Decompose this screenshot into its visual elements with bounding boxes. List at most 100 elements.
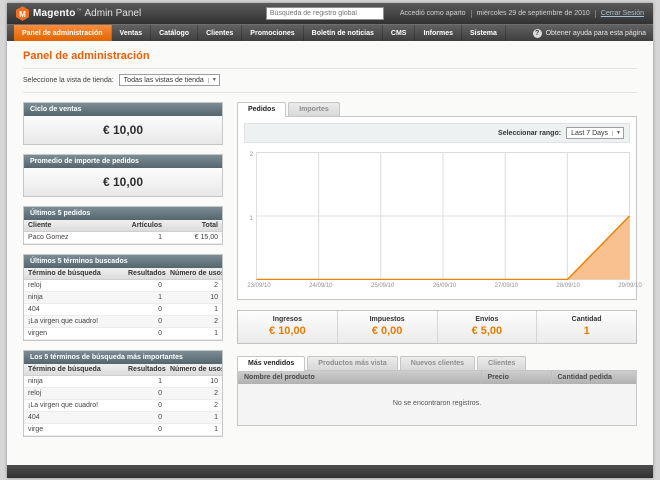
table-cell: ¡La virgen que cuadro! bbox=[24, 399, 124, 412]
table-cell: reloj bbox=[24, 387, 124, 400]
stat-cantidad: Cantidad 1 bbox=[536, 311, 636, 343]
range-value: Last 7 Days bbox=[571, 129, 609, 137]
table-row: reloj 0 2 bbox=[24, 279, 222, 292]
table-cell: reloj bbox=[24, 279, 124, 292]
stats-bar: Ingresos € 10,00 Impuestos € 0,00 Envíos… bbox=[237, 310, 637, 344]
logout-link[interactable]: Cerrar Sesión bbox=[601, 10, 644, 17]
lifetime-sales-value: € 10,00 bbox=[24, 116, 222, 144]
nav-item-panel-administracion[interactable]: Panel de administración bbox=[14, 25, 112, 41]
column-header: Artículos bbox=[124, 220, 166, 232]
column-header: Término de búsqueda bbox=[24, 364, 124, 376]
top-search-terms-table: Término de búsqueda Resultados Número de u… bbox=[24, 364, 222, 436]
panel-promedio-pedidos: Promedio de importe de pedidos € 10,00 bbox=[23, 154, 223, 197]
table-cell: 404 bbox=[24, 303, 124, 316]
nav-item-boletin[interactable]: Boletín de noticias bbox=[304, 25, 383, 41]
tab-nuevos-clientes[interactable]: Nuevos clientes bbox=[399, 356, 476, 370]
table-header-row: Término de búsqueda Resultados Número de u… bbox=[24, 364, 222, 376]
dashboard-tabs: Pedidos Importes bbox=[237, 102, 637, 117]
chart-x-tick: 23/09/10 bbox=[247, 283, 271, 289]
header-bar: M Magento ™ Admin Panel Accedió como apa… bbox=[7, 3, 653, 24]
table-row: ¡La virgen que cuadro! 0 2 bbox=[24, 315, 222, 328]
table-cell: ninja bbox=[24, 291, 124, 304]
nav-item-catalogo[interactable]: Catálogo bbox=[151, 25, 199, 41]
column-header: Total bbox=[166, 220, 222, 232]
nav-item-promociones[interactable]: Promociones bbox=[242, 25, 304, 41]
tab-clientes[interactable]: Clientes bbox=[477, 356, 527, 370]
stat-impuestos: Impuestos € 0,00 bbox=[336, 311, 437, 343]
chart-y-tick: 1 bbox=[249, 216, 253, 222]
nav-item-informes[interactable]: Informes bbox=[415, 25, 463, 41]
divider bbox=[470, 9, 472, 18]
svg-text:M: M bbox=[19, 10, 26, 19]
table-cell: 2 bbox=[166, 387, 222, 400]
store-view-value: Todas las vistas de tienda bbox=[123, 76, 204, 84]
column-header: Resultados bbox=[124, 364, 166, 376]
panel-ultimos-terminos-buscados: Últimos 5 términos buscados Término de b… bbox=[23, 254, 223, 341]
chart-x-tick: 26/09/10 bbox=[432, 283, 457, 289]
chart-y-labels: 21 bbox=[244, 152, 256, 280]
page-help-link[interactable]: ? Obtener ayuda para esta página bbox=[532, 25, 646, 41]
range-select[interactable]: Last 7 Days ▼ bbox=[566, 127, 624, 139]
table-cell: 0 bbox=[124, 399, 166, 412]
table-cell: virgen bbox=[24, 327, 124, 340]
stat-ingresos: Ingresos € 10,00 bbox=[238, 311, 337, 343]
nav-item-ventas[interactable]: Ventas bbox=[112, 25, 152, 41]
column-header: Cliente bbox=[24, 220, 124, 232]
nav-item-sistema[interactable]: Sistema bbox=[462, 25, 506, 41]
table-cell: 1 bbox=[166, 303, 222, 316]
stat-value: € 10,00 bbox=[269, 325, 306, 337]
trademark-mark: ™ bbox=[76, 7, 82, 14]
chart-x-tick: 27/09/10 bbox=[494, 283, 519, 289]
store-view-label: Seleccione la vista de tienda: bbox=[23, 76, 114, 84]
store-switcher: Seleccione la vista de tienda: Todas las… bbox=[23, 68, 637, 93]
admin-panel-label: Admin Panel bbox=[84, 8, 142, 19]
chart-x-tick: 29/09/10 bbox=[618, 283, 642, 289]
orders-chart-svg bbox=[256, 152, 630, 280]
nav-item-clientes[interactable]: Clientes bbox=[198, 25, 243, 41]
orders-chart-panel: Seleccionar rango: Last 7 Days ▼ 21 23/0… bbox=[237, 116, 642, 300]
magento-logo-icon: M bbox=[16, 6, 29, 21]
stat-value: € 0,00 bbox=[371, 325, 403, 337]
average-orders-value: € 10,00 bbox=[24, 168, 222, 196]
table-row: ninja 1 10 bbox=[24, 291, 222, 304]
panel-title: Ciclo de ventas bbox=[24, 103, 222, 116]
dashboard-columns: Ciclo de ventas € 10,00 Promedio de impo… bbox=[23, 102, 642, 446]
table-cell: ¡La virgen que cuadro! bbox=[24, 315, 124, 328]
grid-tabs: Más vendidos Productos más vista Nuevos … bbox=[237, 356, 637, 371]
table-cell: 1 bbox=[166, 423, 222, 436]
global-search-input[interactable] bbox=[265, 7, 384, 20]
magento-admin-app: M Magento ™ Admin Panel Accedió como apa… bbox=[7, 3, 653, 478]
tab-mas-vendidos[interactable]: Más vendidos bbox=[237, 356, 306, 371]
current-date-text: miércoles 29 de septiembre de 2010 bbox=[476, 10, 590, 17]
column-header: Resultados bbox=[124, 268, 166, 280]
table-cell: 0 bbox=[124, 411, 166, 424]
tab-productos-mas-vista[interactable]: Productos más vista bbox=[307, 356, 398, 370]
table-cell: 0 bbox=[124, 387, 166, 400]
store-view-select[interactable]: Todas las vistas de tienda ▼ bbox=[118, 74, 220, 86]
chart-x-tick: 28/09/10 bbox=[556, 283, 580, 289]
column-header: Cantidad pedida bbox=[551, 371, 636, 384]
logged-in-as-text: Accedió como aparto bbox=[399, 10, 466, 17]
nav-item-cms[interactable]: CMS bbox=[383, 25, 416, 41]
stat-value: 1 bbox=[583, 325, 590, 337]
table-cell: 0 bbox=[124, 423, 166, 436]
panel-title: Promedio de importe de pedidos bbox=[24, 155, 222, 168]
dashboard-page: Panel de administración Seleccione la vi… bbox=[7, 41, 653, 465]
chevron-down-icon: ▼ bbox=[207, 77, 217, 83]
table-cell: 1 bbox=[166, 411, 222, 424]
help-label: Obtener ayuda para esta página bbox=[545, 29, 646, 37]
tab-pedidos[interactable]: Pedidos bbox=[237, 102, 287, 117]
table-cell: 1 bbox=[124, 291, 166, 304]
magento-logo: M Magento ™ Admin Panel bbox=[16, 6, 141, 21]
browser-frame: M Magento ™ Admin Panel Accedió como apa… bbox=[0, 0, 660, 480]
table-row: reloj 0 2 bbox=[24, 387, 222, 400]
table-header-row: Cliente Artículos Total bbox=[24, 220, 222, 232]
table-cell: 0 bbox=[124, 315, 166, 328]
table-cell: 0 bbox=[124, 279, 166, 292]
table-cell: 10 bbox=[166, 375, 222, 388]
brand-name: Magento bbox=[33, 8, 76, 19]
panel-ultimos-pedidos: Últimos 5 pedidos Cliente Artículos Total … bbox=[23, 206, 223, 245]
help-icon: ? bbox=[532, 28, 542, 38]
panel-ciclo-de-ventas: Ciclo de ventas € 10,00 bbox=[23, 102, 223, 145]
tab-importes[interactable]: Importes bbox=[288, 102, 340, 116]
